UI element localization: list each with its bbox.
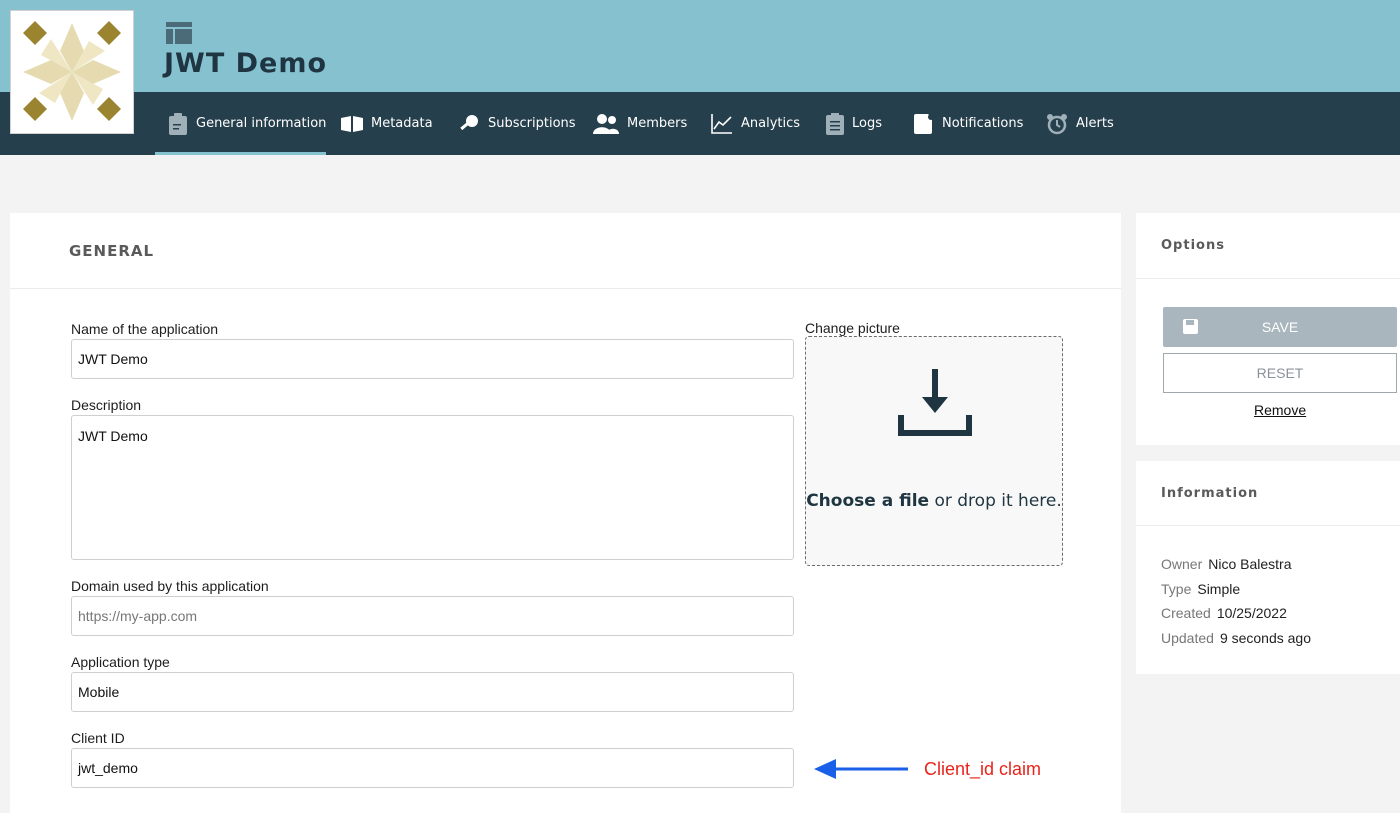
picture-dropzone[interactable]: Choose a file or drop it here. [805, 336, 1063, 566]
app-logo[interactable] [10, 10, 134, 134]
tab-label: Analytics [741, 116, 801, 131]
tab-label: Members [627, 116, 688, 131]
info-updated: Updated 9 seconds ago [1161, 630, 1312, 646]
reset-button[interactable]: RESET [1163, 353, 1397, 393]
tab-label: Metadata [371, 116, 433, 131]
list-icon [826, 112, 844, 135]
change-picture-label: Change picture [805, 320, 900, 336]
clipboard-icon [169, 112, 187, 135]
divider [1136, 525, 1400, 526]
tab-notifications[interactable]: Notifications [914, 92, 1023, 155]
logo-pattern-icon [23, 21, 121, 121]
tab-label: Alerts [1076, 116, 1114, 131]
divider [1136, 278, 1400, 279]
domain-input[interactable]: https://my-app.com [71, 596, 794, 636]
apptype-label: Application type [71, 654, 170, 670]
bell-doc-icon [914, 113, 934, 134]
remove-link[interactable]: Remove [1254, 402, 1306, 418]
name-label: Name of the application [71, 321, 219, 337]
tab-members[interactable]: Members [593, 92, 687, 155]
tab-label: Subscriptions [488, 116, 576, 131]
tab-subscriptions[interactable]: Subscriptions [458, 92, 576, 155]
app-window-icon [166, 22, 192, 49]
download-icon [898, 369, 972, 436]
active-tab-indicator [155, 152, 326, 155]
tab-metadata[interactable]: Metadata [341, 92, 433, 155]
info-type: Type Simple [1161, 581, 1241, 597]
divider [10, 288, 1121, 289]
choose-file-link[interactable]: Choose a file [806, 491, 929, 511]
tab-label: General information [196, 116, 327, 131]
dropzone-text: Choose a file or drop it here. [806, 490, 1062, 513]
apptype-input[interactable]: Mobile [71, 672, 794, 712]
chart-icon [711, 113, 732, 134]
alarm-clock-icon [1047, 113, 1067, 134]
tab-label: Notifications [942, 116, 1024, 131]
annotation-arrow-icon [814, 759, 908, 779]
tab-label: Logs [852, 116, 882, 131]
tab-general-information[interactable]: General information [168, 92, 326, 155]
tab-logs[interactable]: Logs [826, 92, 882, 155]
tab-alerts[interactable]: Alerts [1046, 92, 1114, 155]
users-icon [593, 113, 619, 134]
floppy-disk-icon [1183, 319, 1198, 334]
general-heading: GENERAL [69, 242, 155, 260]
name-input[interactable]: JWT Demo [71, 339, 794, 379]
app-title: JWT Demo [164, 48, 328, 79]
annotation-label: Client_id claim [924, 759, 1042, 779]
description-textarea[interactable]: JWT Demo [71, 415, 794, 560]
key-icon [460, 114, 478, 130]
description-label: Description [71, 397, 142, 413]
save-button[interactable]: SAVE [1163, 307, 1397, 347]
clientid-input[interactable]: jwt_demo [71, 748, 794, 788]
info-owner: Owner Nico Balestra [1161, 556, 1292, 572]
options-heading: Options [1161, 238, 1225, 253]
dropzone-hint: or drop it here. [929, 491, 1062, 511]
save-label: SAVE [1261, 319, 1299, 335]
tab-analytics[interactable]: Analytics [711, 92, 800, 155]
info-created: Created 10/25/2022 [1161, 605, 1287, 621]
information-heading: Information [1161, 486, 1259, 501]
domain-label: Domain used by this application [71, 578, 269, 594]
clientid-label: Client ID [71, 730, 125, 746]
book-icon [341, 115, 363, 132]
